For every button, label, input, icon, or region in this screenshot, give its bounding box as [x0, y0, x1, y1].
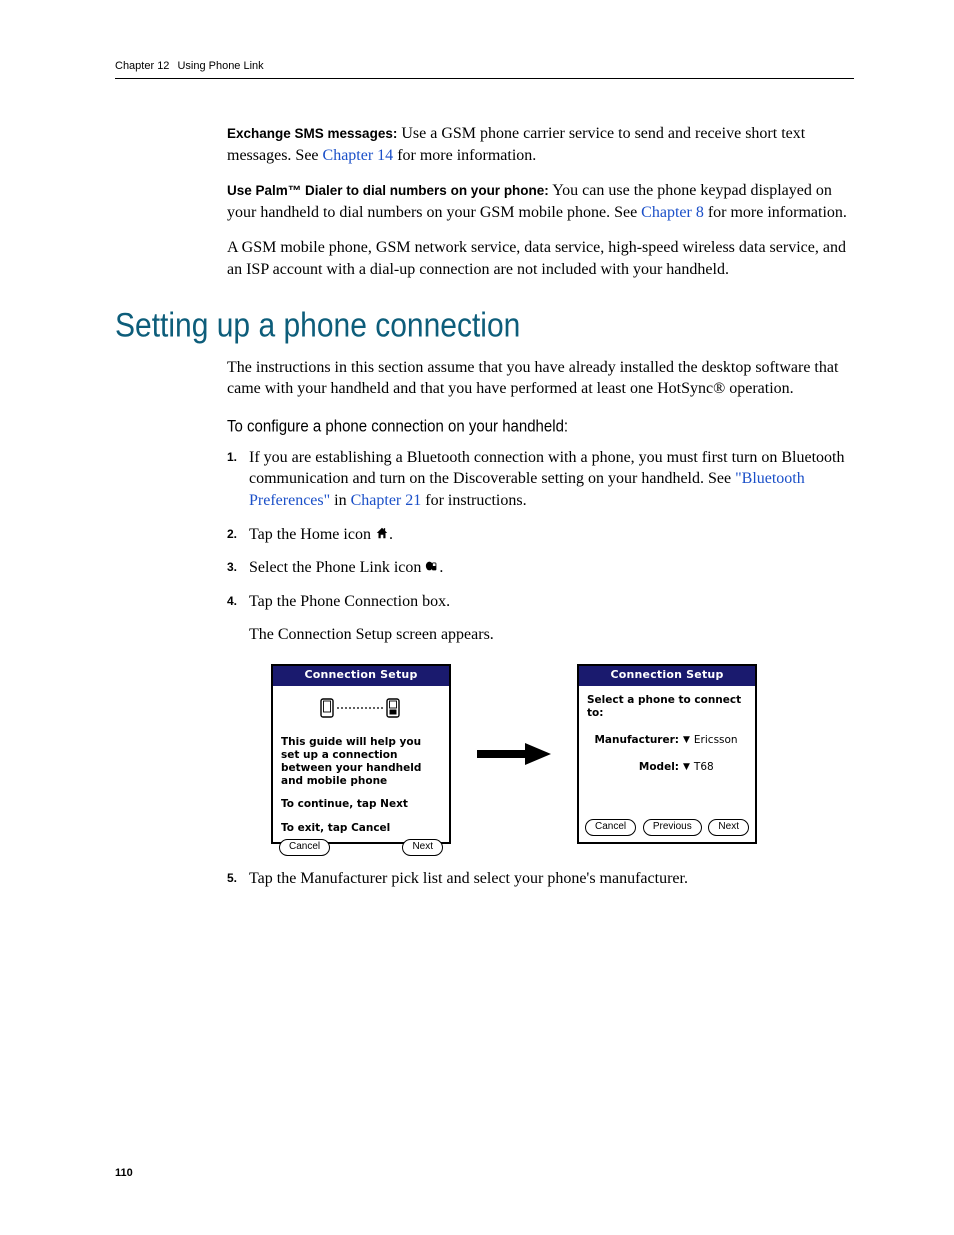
page-number: 110 [115, 1167, 133, 1179]
step-2: 2. Tap the Home icon . [227, 524, 854, 546]
palm-cancel-button[interactable]: Cancel [585, 819, 636, 836]
figure-connection-setup: Connection Setup [271, 664, 854, 844]
palm-previous-button[interactable]: Previous [643, 819, 702, 836]
step-3: 3. Select the Phone Link icon . [227, 557, 854, 579]
paragraph-gsm-disclaimer: A GSM mobile phone, GSM network service,… [227, 237, 854, 280]
palm-next-button[interactable]: Next [708, 819, 749, 836]
palm-screen-select-phone: Connection Setup Select a phone to conne… [577, 664, 757, 844]
palm-manufacturer-value[interactable]: Ericsson [694, 734, 738, 747]
step-4: 4. Tap the Phone Connection box. The Con… [227, 591, 854, 844]
paragraph-intro: The instructions in this section assume … [227, 357, 854, 400]
step-5: 5. Tap the Manufacturer pick list and se… [227, 868, 854, 890]
palm-prompt: Select a phone to connect to: [587, 694, 747, 720]
bold-label: Exchange SMS messages: [227, 126, 397, 141]
palm-cancel-button[interactable]: Cancel [279, 839, 330, 856]
palm-wizard-text-2: To continue, tap Next [281, 798, 441, 811]
paragraph-palm-dialer: Use Palm™ Dialer to dial numbers on your… [227, 180, 854, 223]
step-4-sub: The Connection Setup screen appears. [249, 624, 854, 646]
palm-model-value[interactable]: T68 [694, 761, 714, 774]
link-chapter-8[interactable]: Chapter 8 [641, 204, 704, 221]
header-rule [115, 78, 854, 79]
arrow-right-icon [475, 739, 553, 769]
phone-link-icon [425, 558, 439, 572]
palm-wizard-graphic [281, 696, 441, 724]
step-number: 3. [227, 559, 237, 575]
subheading-configure: To configure a phone connection on your … [227, 417, 854, 436]
dropdown-icon[interactable]: ▼ [683, 735, 690, 746]
palm-manufacturer-label: Manufacturer: [587, 734, 679, 747]
step-number: 2. [227, 526, 237, 542]
step-1: 1. If you are establishing a Bluetooth c… [227, 447, 854, 512]
chapter-label: Chapter 12 [115, 60, 169, 72]
link-chapter-14[interactable]: Chapter 14 [323, 147, 394, 164]
step-number: 5. [227, 870, 237, 886]
manual-page: Chapter 12 Using Phone Link Exchange SMS … [0, 0, 954, 1235]
palm-manufacturer-row: Manufacturer: ▼ Ericsson [587, 734, 747, 747]
palm-model-label: Model: [587, 761, 679, 774]
home-icon [375, 525, 389, 539]
link-chapter-21[interactable]: Chapter 21 [351, 492, 422, 509]
palm-wizard-text-3: To exit, tap Cancel [281, 822, 441, 835]
running-header: Chapter 12 Using Phone Link [115, 60, 854, 72]
chapter-title: Using Phone Link [177, 60, 263, 72]
dropdown-icon[interactable]: ▼ [683, 762, 690, 773]
step-number: 1. [227, 449, 237, 465]
palm-title: Connection Setup [273, 666, 449, 686]
palm-title: Connection Setup [579, 666, 755, 686]
step-number: 4. [227, 593, 237, 609]
palm-screen-wizard: Connection Setup [271, 664, 451, 844]
palm-wizard-text-1: This guide will help you set up a connec… [281, 736, 441, 789]
steps-list: 1. If you are establishing a Bluetooth c… [227, 447, 854, 890]
heading-setting-up: Setting up a phone connection [115, 306, 854, 345]
palm-model-row: Model: ▼ T68 [587, 761, 747, 774]
bold-label: Use Palm™ Dialer to dial numbers on your… [227, 183, 549, 198]
paragraph-exchange-sms: Exchange SMS messages: Use a GSM phone c… [227, 123, 854, 166]
palm-next-button[interactable]: Next [402, 839, 443, 856]
